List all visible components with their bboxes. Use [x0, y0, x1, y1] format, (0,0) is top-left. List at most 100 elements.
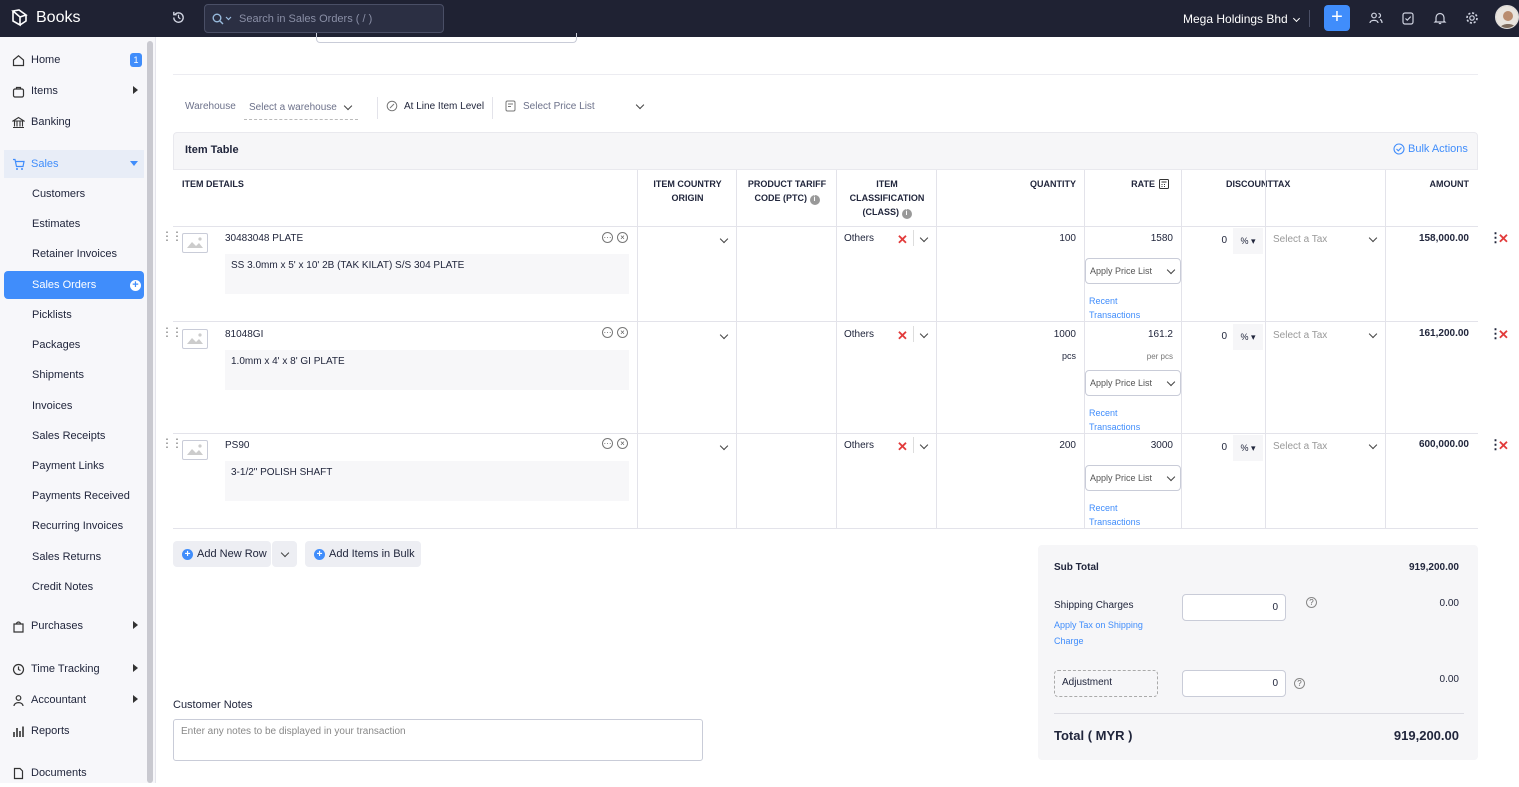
add-sales-order-icon[interactable]: + — [130, 280, 141, 291]
clear-classification-icon[interactable]: ✕ — [897, 232, 908, 248]
sidebar-item-sales-orders[interactable]: Sales Orders + — [4, 271, 144, 299]
sidebar-scrollbar[interactable] — [147, 41, 153, 783]
apply-tax-shipping-link[interactable]: Apply Tax on Shipping Charge — [1054, 617, 1143, 649]
discount-type-select[interactable]: % ▾ — [1233, 228, 1263, 254]
calculator-icon[interactable] — [1159, 179, 1169, 189]
recent-transactions-link[interactable]: Recent Transactions — [1089, 501, 1140, 529]
discount-type-select[interactable]: % ▾ — [1233, 435, 1263, 461]
item-description[interactable]: 3-1/2" POLISH SHAFT — [225, 461, 629, 501]
sidebar-item-invoices[interactable]: Invoices — [4, 392, 144, 420]
item-image-placeholder-icon[interactable] — [182, 440, 208, 460]
apply-price-list-select[interactable]: Apply Price List — [1085, 465, 1181, 491]
clear-classification-icon[interactable]: ✕ — [897, 328, 908, 344]
more-options-icon[interactable]: ··· — [602, 232, 613, 243]
sidebar-item-purchases[interactable]: Purchases — [4, 612, 144, 640]
sidebar-item-recurring-invoices[interactable]: Recurring Invoices — [4, 512, 144, 540]
rate-input[interactable]: 161.2 — [1096, 329, 1173, 340]
adjustment-label-input[interactable]: Adjustment — [1054, 670, 1158, 697]
sidebar-item-payment-links[interactable]: Payment Links — [4, 452, 144, 480]
info-icon[interactable]: i — [809, 195, 820, 205]
classification-dropdown[interactable] — [919, 329, 929, 339]
sidebar-item-retainer-invoices[interactable]: Retainer Invoices — [4, 240, 144, 268]
discount-input[interactable]: 0 — [1201, 235, 1227, 246]
discount-type-select[interactable]: % ▾ — [1233, 324, 1263, 350]
sidebar-item-credit-notes[interactable]: Credit Notes — [4, 573, 144, 601]
item-image-placeholder-icon[interactable] — [182, 329, 208, 349]
sidebar-item-customers[interactable]: Customers — [4, 180, 144, 208]
discount-input[interactable]: 0 — [1201, 331, 1227, 342]
sidebar-item-time-tracking[interactable]: Time Tracking — [4, 655, 144, 683]
rate-input[interactable]: 1580 — [1096, 233, 1173, 244]
search-icon[interactable] — [205, 13, 239, 25]
drag-handle-icon[interactable]: ⋮⋮ — [161, 229, 183, 243]
sidebar-item-accountant[interactable]: Accountant — [4, 686, 144, 714]
sidebar-item-packages[interactable]: Packages — [4, 331, 144, 359]
quantity-input[interactable]: 200 — [1016, 440, 1076, 451]
add-items-in-bulk-button[interactable]: + Add Items in Bulk — [305, 541, 421, 567]
sidebar-item-shipments[interactable]: Shipments — [4, 361, 144, 389]
recent-history-icon[interactable] — [171, 10, 186, 25]
tax-select[interactable]: Select a Tax — [1273, 330, 1327, 341]
item-image-placeholder-icon[interactable] — [182, 233, 208, 253]
organization-switcher[interactable]: Mega Holdings Bhd — [1183, 12, 1301, 26]
classification-dropdown[interactable] — [919, 440, 929, 450]
price-list-select[interactable]: Select Price List — [505, 100, 645, 112]
sidebar-item-home[interactable]: Home 1 — [4, 46, 144, 74]
drag-handle-icon[interactable]: ⋮⋮ — [161, 325, 183, 339]
recent-transactions-link[interactable]: Recent Transactions — [1089, 294, 1140, 322]
item-name[interactable]: PS90 — [225, 440, 249, 451]
item-name[interactable]: 30483048 PLATE — [225, 233, 303, 244]
sidebar-item-banking[interactable]: Banking — [4, 108, 144, 136]
adjustment-input[interactable]: 0 — [1182, 670, 1286, 697]
settings-gear-icon[interactable] — [1465, 11, 1479, 25]
more-options-icon[interactable]: ··· — [602, 327, 613, 338]
notifications-icon[interactable] — [1433, 11, 1447, 25]
item-description[interactable]: 1.0mm x 4' x 8' GI PLATE — [225, 350, 629, 390]
search-bar[interactable]: Search in Sales Orders ( / ) — [204, 4, 444, 33]
apply-price-list-select[interactable]: Apply Price List — [1085, 258, 1181, 284]
clear-classification-icon[interactable]: ✕ — [897, 439, 908, 455]
sidebar-item-estimates[interactable]: Estimates — [4, 210, 144, 238]
search-input[interactable]: Search in Sales Orders ( / ) — [239, 13, 372, 25]
country-origin-dropdown[interactable] — [719, 441, 729, 451]
sidebar-item-sales-returns[interactable]: Sales Returns — [4, 543, 144, 571]
tasks-icon[interactable] — [1401, 11, 1415, 25]
app-logo[interactable]: Books — [10, 8, 80, 27]
delete-row-icon[interactable]: ✕ — [1498, 231, 1509, 247]
help-icon[interactable]: ? — [1306, 597, 1317, 608]
bulk-actions-button[interactable]: Bulk Actions — [1393, 143, 1468, 155]
quick-create-button[interactable]: + — [1324, 5, 1350, 31]
sidebar-item-reports[interactable]: Reports — [4, 717, 144, 745]
country-origin-dropdown[interactable] — [719, 330, 729, 340]
sidebar-item-sales-receipts[interactable]: Sales Receipts — [4, 422, 144, 450]
add-new-row-button[interactable]: + Add New Row — [173, 541, 271, 567]
sidebar-item-sales[interactable]: Sales — [4, 150, 144, 178]
classification-dropdown[interactable] — [919, 233, 929, 243]
discount-input[interactable]: 0 — [1201, 442, 1227, 453]
country-origin-dropdown[interactable] — [719, 234, 729, 244]
drag-handle-icon[interactable]: ⋮⋮ — [161, 436, 183, 450]
sidebar-item-items[interactable]: Items — [4, 77, 144, 105]
more-options-icon[interactable]: ··· — [602, 438, 613, 449]
recent-transactions-link[interactable]: Recent Transactions — [1089, 406, 1140, 434]
help-icon[interactable]: ? — [1294, 678, 1305, 689]
apply-price-list-select[interactable]: Apply Price List — [1085, 370, 1181, 396]
sidebar-item-picklists[interactable]: Picklists — [4, 301, 144, 329]
info-icon[interactable]: i — [901, 209, 912, 219]
discount-level-toggle[interactable]: At Line Item Level — [386, 100, 484, 112]
remove-item-icon[interactable]: × — [617, 327, 628, 338]
sidebar-item-payments-received[interactable]: Payments Received — [4, 482, 144, 510]
quantity-input[interactable]: 100 — [1016, 233, 1076, 244]
item-name[interactable]: 81048GI — [225, 329, 263, 340]
partial-input-field[interactable] — [316, 33, 577, 43]
tax-select[interactable]: Select a Tax — [1273, 441, 1327, 452]
warehouse-select[interactable]: Select a warehouse — [244, 95, 358, 120]
quantity-input[interactable]: 1000 — [1016, 329, 1076, 340]
remove-item-icon[interactable]: × — [617, 232, 628, 243]
shipping-charges-input[interactable]: 0 — [1182, 594, 1286, 621]
customer-notes-textarea[interactable]: Enter any notes to be displayed in your … — [173, 719, 703, 761]
user-avatar[interactable] — [1495, 5, 1519, 29]
delete-row-icon[interactable]: ✕ — [1498, 438, 1509, 454]
rate-input[interactable]: 3000 — [1096, 440, 1173, 451]
users-icon[interactable] — [1369, 11, 1383, 25]
